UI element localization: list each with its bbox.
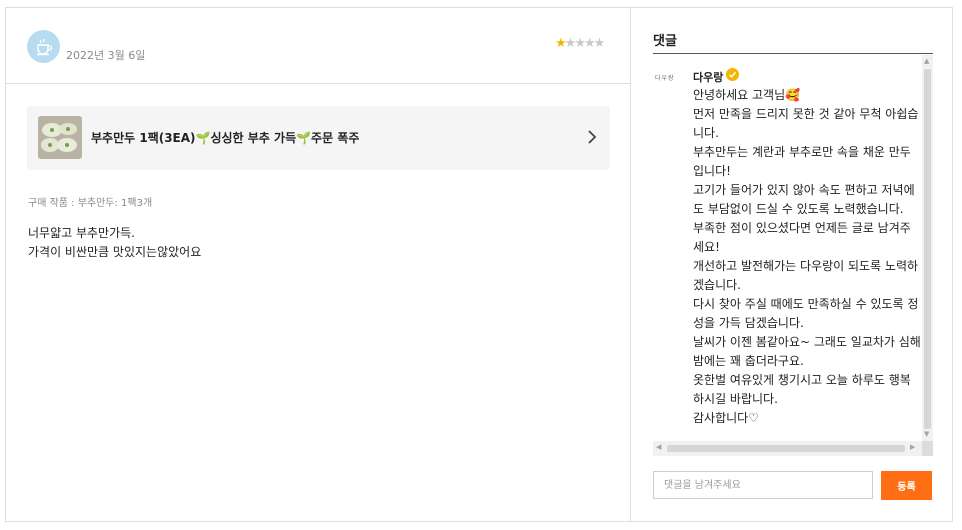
horizontal-scrollbar[interactable]: ◀ ▶ — [653, 441, 922, 456]
scrollbar-thumb[interactable] — [667, 445, 905, 452]
review-header: 2022년 3월 6일 ★★★★★ — [6, 8, 631, 84]
review-text: 너무얇고 부추만가득. 가격이 비싼만큼 맛있지는않았어요 — [28, 224, 201, 262]
comments-title: 댓글 — [653, 34, 677, 49]
scrollbar-thumb[interactable] — [924, 69, 931, 429]
comments-section: 댓글 다우랑 다우랑 안녕하세요 고객님🥰 먼저 만족을 드리지 못한 것 같아… — [632, 8, 952, 521]
scroll-down-icon[interactable]: ▼ — [924, 431, 929, 438]
star-empty-icon: ★ — [583, 36, 596, 51]
scroll-up-icon[interactable]: ▲ — [924, 58, 929, 65]
review-detail-panel: 2022년 3월 6일 ★★★★★ 부추만두 1팩(3EA)🌱싱싱한 부추 가득… — [5, 7, 953, 522]
chevron-right-icon[interactable] — [586, 129, 598, 145]
purchase-info: 구매 작품 : 부추만두: 1팩3개 — [28, 198, 153, 209]
verified-badge-icon — [726, 68, 739, 81]
divider — [653, 53, 933, 54]
product-link-card[interactable]: 부추만두 1팩(3EA)🌱싱싱한 부추 가득🌱주문 폭주 — [27, 106, 610, 170]
comment-text: 안녕하세요 고객님🥰 먼저 만족을 드리지 못한 것 같아 무척 아쉽습니다. … — [693, 88, 921, 425]
vertical-scrollbar[interactable]: ▲ ▼ — [922, 55, 933, 441]
star-empty-icon: ★ — [574, 36, 586, 51]
avatar — [27, 30, 60, 63]
product-name: 부추만두 1팩(3EA)🌱싱싱한 부추 가득🌱주문 폭주 — [91, 131, 360, 145]
review-text-line: 너무얇고 부추만가득. — [28, 226, 135, 240]
comment-item: 다우랑 다우랑 안녕하세요 고객님🥰 먼저 만족을 드리지 못한 것 같아 무척… — [653, 55, 922, 441]
scrollbar-corner — [922, 441, 933, 456]
scroll-left-icon[interactable]: ◀ — [656, 444, 661, 451]
coffee-cup-icon — [36, 38, 52, 55]
review-date: 2022년 3월 6일 — [66, 49, 146, 62]
review-section: 2022년 3월 6일 ★★★★★ 부추만두 1팩(3EA)🌱싱싱한 부추 가득… — [6, 8, 631, 521]
seller-name: 다우랑 — [693, 71, 724, 84]
scroll-right-icon[interactable]: ▶ — [910, 444, 915, 451]
comment-scroll-area[interactable]: 다우랑 다우랑 안녕하세요 고객님🥰 먼저 만족을 드리지 못한 것 같아 무척… — [653, 55, 933, 456]
seller-logo: 다우랑 — [655, 75, 675, 82]
submit-comment-button[interactable]: 등록 — [881, 471, 932, 500]
star-filled-icon: ★ — [555, 36, 567, 51]
product-thumbnail — [38, 116, 82, 159]
review-text-line: 가격이 비싼만큼 맛있지는않았어요 — [28, 245, 202, 259]
star-empty-icon: ★ — [564, 36, 577, 51]
star-rating: ★★★★★ — [555, 36, 606, 51]
star-empty-icon: ★ — [593, 36, 606, 51]
comment-input[interactable] — [653, 471, 873, 499]
